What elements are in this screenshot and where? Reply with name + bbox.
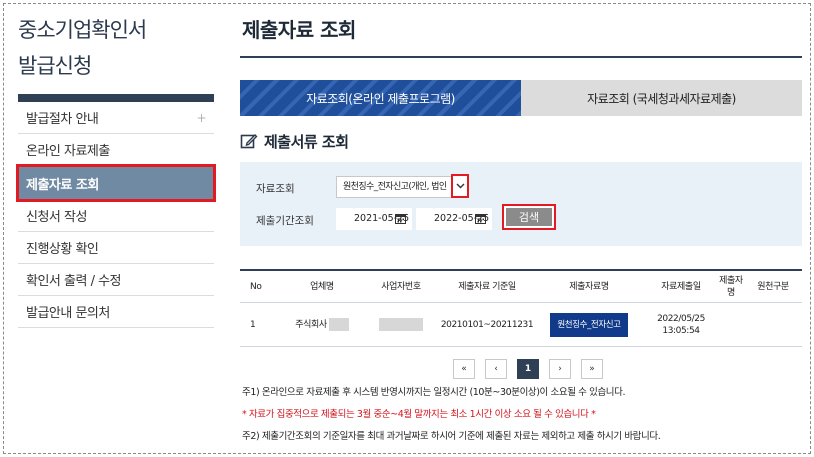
sidebar: 중소기업확인서 발급신청 발급절차 안내 + 온라인 자료제출 제출자료 조회 … [16,12,216,328]
tab-online-program[interactable]: 자료조회(온라인 제출프로그램) [240,80,521,116]
document-button[interactable]: 원천징수_전자신고 [550,312,628,337]
sidebar-item-label: 신청서 작성 [26,210,87,225]
sidebar-title: 중소기업확인서 발급신청 [18,12,214,84]
page-1-button[interactable]: 1 [517,359,539,379]
sidebar-item-label: 발급절차 안내 [26,112,99,127]
data-type-label: 자료조회 [256,183,295,195]
notice-warning: * 자료가 집중적으로 제출되는 3월 중순~4월 말까지는 최소 1시간 이상… [242,409,596,420]
tab-label: 자료조회 (국세청과세자료제출) [587,91,736,106]
notice-2: 주2) 제출기간조회의 기준일자를 최대 과거날짜로 하시어 기준에 제출된 자… [242,431,661,442]
title-divider [240,56,802,58]
search-button[interactable]: 검색 [502,204,556,230]
sidebar-item-issue-procedure[interactable]: 발급절차 안내 + [18,102,214,134]
col-base-date: 제출자료 기준일 [458,281,516,292]
col-submitter: 제출자명 [719,275,743,298]
submit-time: 13:05:54 [662,325,700,336]
tab-bar: 자료조회(온라인 제출프로그램) 자료조회 (국세청과세자료제출) [240,80,802,116]
calendar-icon[interactable] [395,213,406,224]
company-name: 주식회사 [295,319,327,330]
date-from-input[interactable]: 2021-05-25 [336,208,412,230]
search-panel: 자료조회 원천징수_전자신고(개인, 법인 제출기간조회 2021-05-25 … [240,162,802,246]
sidebar-item-label: 진행상황 확인 [26,242,99,257]
col-withholding-type: 원천구분 [757,281,789,292]
pagination: « ‹ 1 › » [254,359,802,379]
col-no: No [250,281,262,292]
last-page-button[interactable]: » [581,359,603,379]
col-doc-name: 제출자료명 [569,281,609,292]
notice-1: 주1) 온라인으로 자료제출 후 시스템 반영시까지는 일정시간 (10분~30… [242,387,626,398]
row-company: 주식회사 [282,303,362,346]
sidebar-item-label: 온라인 자료제출 [26,144,110,159]
sidebar-item-submitted-data-lookup[interactable]: 제출자료 조회 [16,164,216,202]
row-base-date: 20210101~20211231 [440,319,534,330]
tab-nts-data[interactable]: 자료조회 (국세청과세자료제출) [521,80,802,116]
period-label: 제출기간조회 [256,215,314,227]
col-company: 업체명 [310,281,334,292]
sidebar-title-line2: 발급신청 [18,54,92,78]
table-header: No 업체명 사업자번호 제출자료 기준일 제출자료명 자료제출일 제출자명 원… [240,271,802,303]
notice-list: 주1) 온라인으로 자료제출 후 시스템 반영시까지는 일정시간 (10분~30… [242,385,802,451]
sidebar-item-application-form[interactable]: 신청서 작성 [18,200,214,232]
sidebar-title-line1: 중소기업확인서 [18,18,147,42]
row-submitter [718,303,744,346]
redacted-block [328,318,349,331]
prev-page-button[interactable]: ‹ [485,359,507,379]
tab-label: 자료조회(온라인 제출프로그램) [306,91,455,106]
next-page-button[interactable]: › [549,359,571,379]
col-submit-date: 자료제출일 [661,281,701,292]
sidebar-item-certificate-print[interactable]: 확인서 출력 / 수정 [18,264,214,296]
sidebar-item-label: 확인서 출력 / 수정 [26,274,122,289]
main-content: 제출자료 조회 자료조회(온라인 제출프로그램) 자료조회 (국세청과세자료제출… [240,12,802,451]
page-frame: 중소기업확인서 발급신청 발급절차 안내 + 온라인 자료제출 제출자료 조회 … [3,3,811,454]
sidebar-item-contact[interactable]: 발급안내 문의처 [18,296,214,328]
edit-icon [240,134,258,149]
submit-date: 2022/05/25 [657,313,705,324]
row-withholding-type [744,303,802,346]
table-row: 1 주식회사 20210101~20211231 원천징수_전자신고 2022/… [240,303,802,347]
data-type-select[interactable]: 원천징수_전자신고(개인, 법인 [336,176,466,198]
row-no: 1 [250,319,256,330]
sidebar-item-progress-check[interactable]: 진행상황 확인 [18,232,214,264]
page-title: 제출자료 조회 [242,18,356,42]
date-to-input[interactable]: 2022-05-25 [416,208,492,230]
results-table: No 업체명 사업자번호 제출자료 기준일 제출자료명 자료제출일 제출자명 원… [240,269,802,347]
row-submit-date: 2022/05/25 13:05:54 [644,303,718,346]
redacted-block [379,318,423,331]
plus-icon: + [196,110,206,125]
col-biz-number: 사업자번호 [381,281,421,292]
row-biz-number [362,303,440,346]
first-page-button[interactable]: « [453,359,475,379]
calendar-icon[interactable] [475,213,486,224]
sidebar-menu: 발급절차 안내 + 온라인 자료제출 제출자료 조회 신청서 작성 진행상황 확… [16,102,216,328]
section-heading: 제출서류 조회 [240,130,802,152]
sidebar-item-label: 제출자료 조회 [26,177,99,193]
sidebar-divider [18,94,214,102]
row-doc-name: 원천징수_전자신고 [534,303,644,346]
section-title: 제출서류 조회 [264,132,349,151]
chevron-down-icon[interactable] [451,174,469,198]
sidebar-item-label: 발급안내 문의처 [26,306,110,321]
sidebar-item-online-submit[interactable]: 온라인 자료제출 [18,134,214,166]
